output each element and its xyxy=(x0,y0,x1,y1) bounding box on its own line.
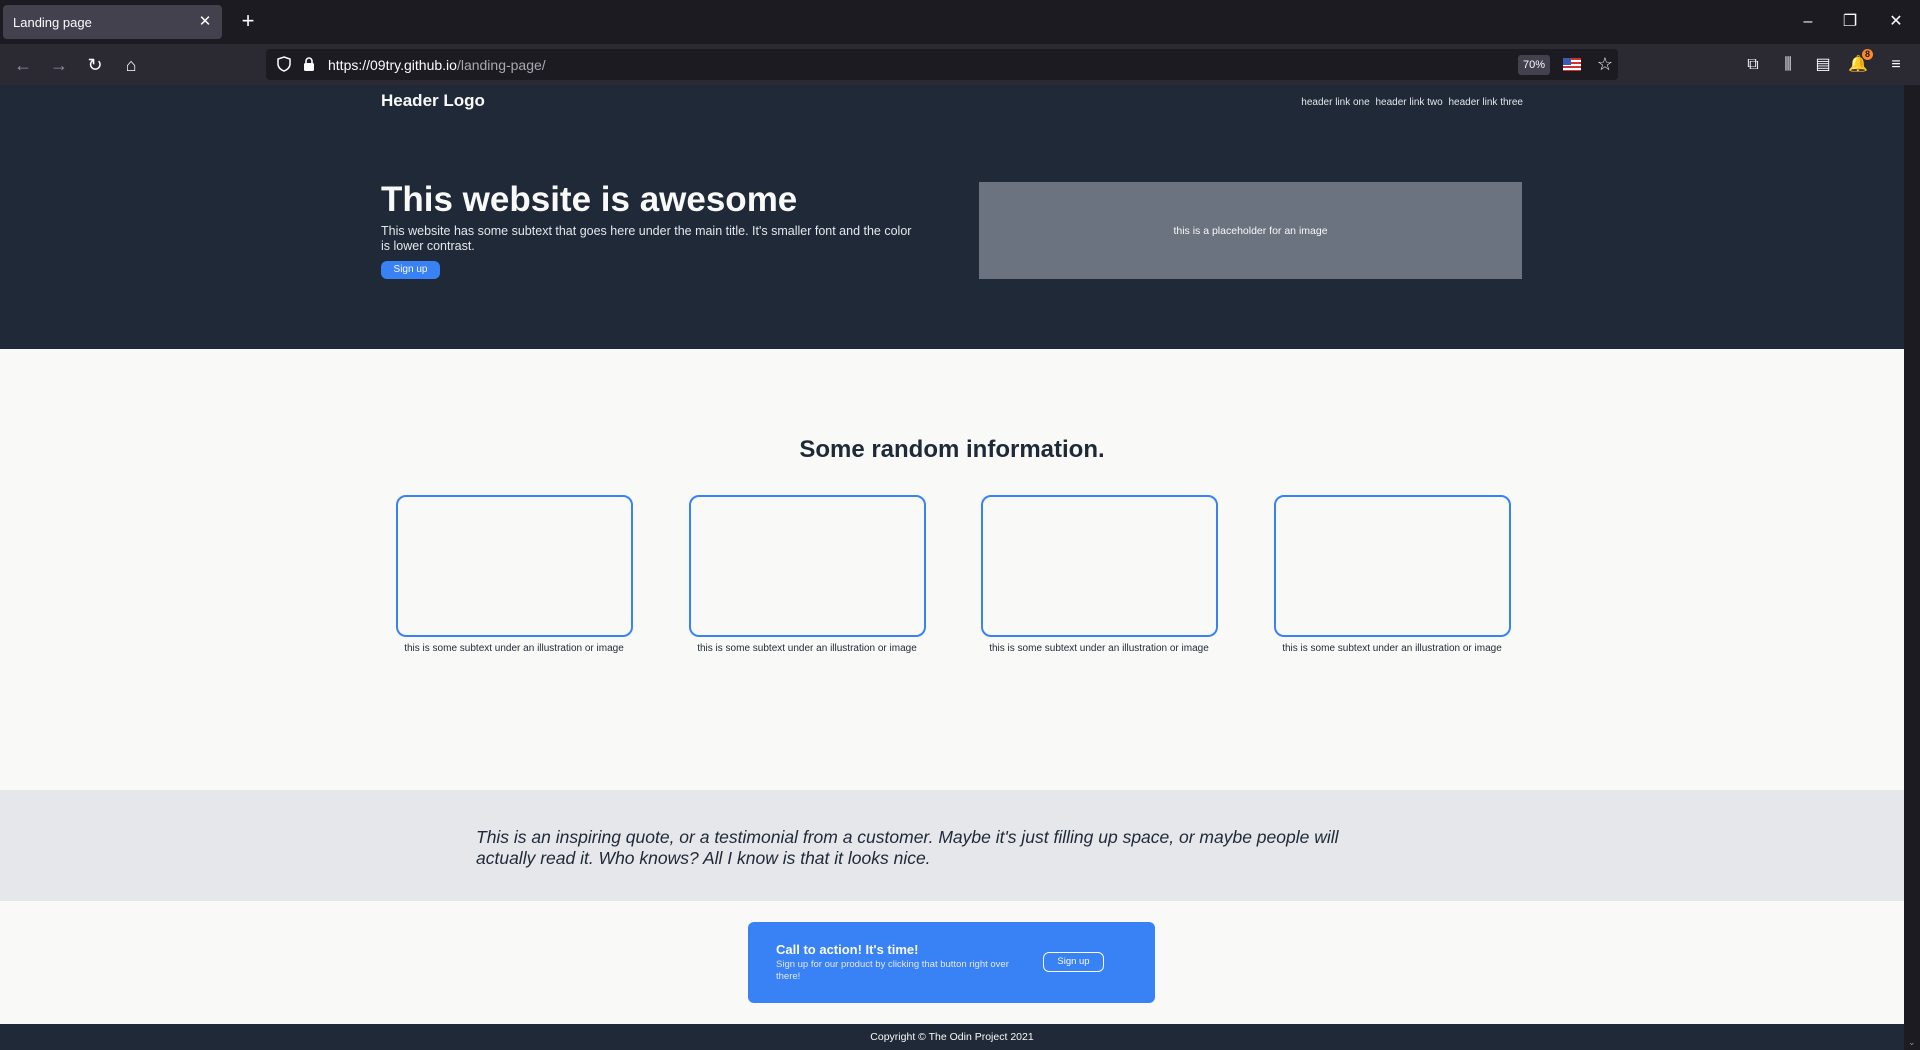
illustration-frame xyxy=(689,495,926,637)
close-window-icon[interactable]: ✕ xyxy=(1884,10,1908,34)
call-to-action-box: Call to action! It's time! Sign up for o… xyxy=(748,922,1155,1003)
quote-section: This is an inspiring quote, or a testimo… xyxy=(0,790,1904,901)
cta-signup-button[interactable]: Sign up xyxy=(1043,952,1104,972)
url-path: /landing-page/ xyxy=(456,57,546,73)
nav-toolbar: ← → ↻ ⌂ https://09try.github.io/landing-… xyxy=(0,44,1920,85)
card-caption: this is some subtext under an illustrati… xyxy=(404,643,624,654)
close-icon[interactable]: ✕ xyxy=(198,14,212,29)
extensions-icon[interactable]: ⧉ xyxy=(1740,52,1766,78)
page-footer: Copyright © The Odin Project 2021 xyxy=(0,1024,1904,1050)
us-flag-icon[interactable] xyxy=(1563,58,1581,71)
plus-icon[interactable]: + xyxy=(236,10,260,34)
arrow-left-icon[interactable]: ← xyxy=(10,52,36,78)
hero-signup-button[interactable]: Sign up xyxy=(381,261,440,279)
minimize-icon[interactable]: – xyxy=(1796,10,1820,34)
card-caption: this is some subtext under an illustrati… xyxy=(697,643,917,654)
notification-badge: 8 xyxy=(1861,49,1873,60)
header-link-one[interactable]: header link one xyxy=(1301,97,1369,108)
chevron-down-icon[interactable]: ⌄ xyxy=(1908,1038,1916,1047)
restore-icon[interactable]: ❐ xyxy=(1838,10,1862,34)
star-icon[interactable]: ☆ xyxy=(1594,53,1616,75)
url-host: https://09try.github.io xyxy=(328,57,457,73)
testimonial-quote: This is an inspiring quote, or a testimo… xyxy=(476,827,1339,868)
address-bar[interactable]: https://09try.github.io/landing-page/ 70… xyxy=(266,49,1618,80)
image-placeholder-text: this is a placeholder for an image xyxy=(1173,224,1328,237)
page-scrollbar[interactable]: ⌄ xyxy=(1904,85,1920,1050)
home-icon[interactable]: ⌂ xyxy=(118,52,144,78)
bell-icon[interactable]: 🔔 8 xyxy=(1845,49,1873,78)
header-logo[interactable]: Header Logo xyxy=(381,91,485,111)
card-caption: this is some subtext under an illustrati… xyxy=(989,643,1209,654)
header-link-two[interactable]: header link two xyxy=(1375,97,1442,108)
cta-title: Call to action! It's time! xyxy=(776,942,919,957)
library-icon[interactable]: ⫼ xyxy=(1775,52,1801,78)
arrow-right-icon[interactable]: → xyxy=(46,52,72,78)
illustration-frame xyxy=(981,495,1218,637)
hero-section: Header Logo header link one header link … xyxy=(0,85,1904,349)
sidebar-icon[interactable]: ▤ xyxy=(1810,52,1836,78)
header-link-three[interactable]: header link three xyxy=(1449,97,1524,108)
zoom-indicator[interactable]: 70% xyxy=(1518,55,1551,75)
lock-icon[interactable] xyxy=(302,56,316,72)
url-text[interactable]: https://09try.github.io/landing-page/ xyxy=(328,57,546,73)
shield-icon[interactable] xyxy=(276,56,292,72)
hero-subtext: This website has some subtext that goes … xyxy=(381,224,912,253)
cta-subtext: Sign up for our product by clicking that… xyxy=(776,959,1009,982)
tab-title: Landing page xyxy=(13,14,92,30)
illustration-frame xyxy=(1274,495,1511,637)
reload-icon[interactable]: ↻ xyxy=(82,52,108,78)
hamburger-menu-icon[interactable]: ≡ xyxy=(1883,52,1909,78)
hero-title: This website is awesome xyxy=(381,180,798,219)
info-section-title: Some random information. xyxy=(799,436,1105,463)
header-nav: header link one header link two header l… xyxy=(1298,97,1523,108)
browser-tab[interactable]: Landing page ✕ xyxy=(3,5,222,39)
illustration-frame xyxy=(396,495,633,637)
page-viewport: Header Logo header link one header link … xyxy=(0,85,1904,1050)
tab-strip: Landing page ✕ + – ❐ ✕ xyxy=(0,0,1920,44)
hero-image-placeholder: this is a placeholder for an image xyxy=(979,182,1522,279)
card-caption: this is some subtext under an illustrati… xyxy=(1282,643,1502,654)
